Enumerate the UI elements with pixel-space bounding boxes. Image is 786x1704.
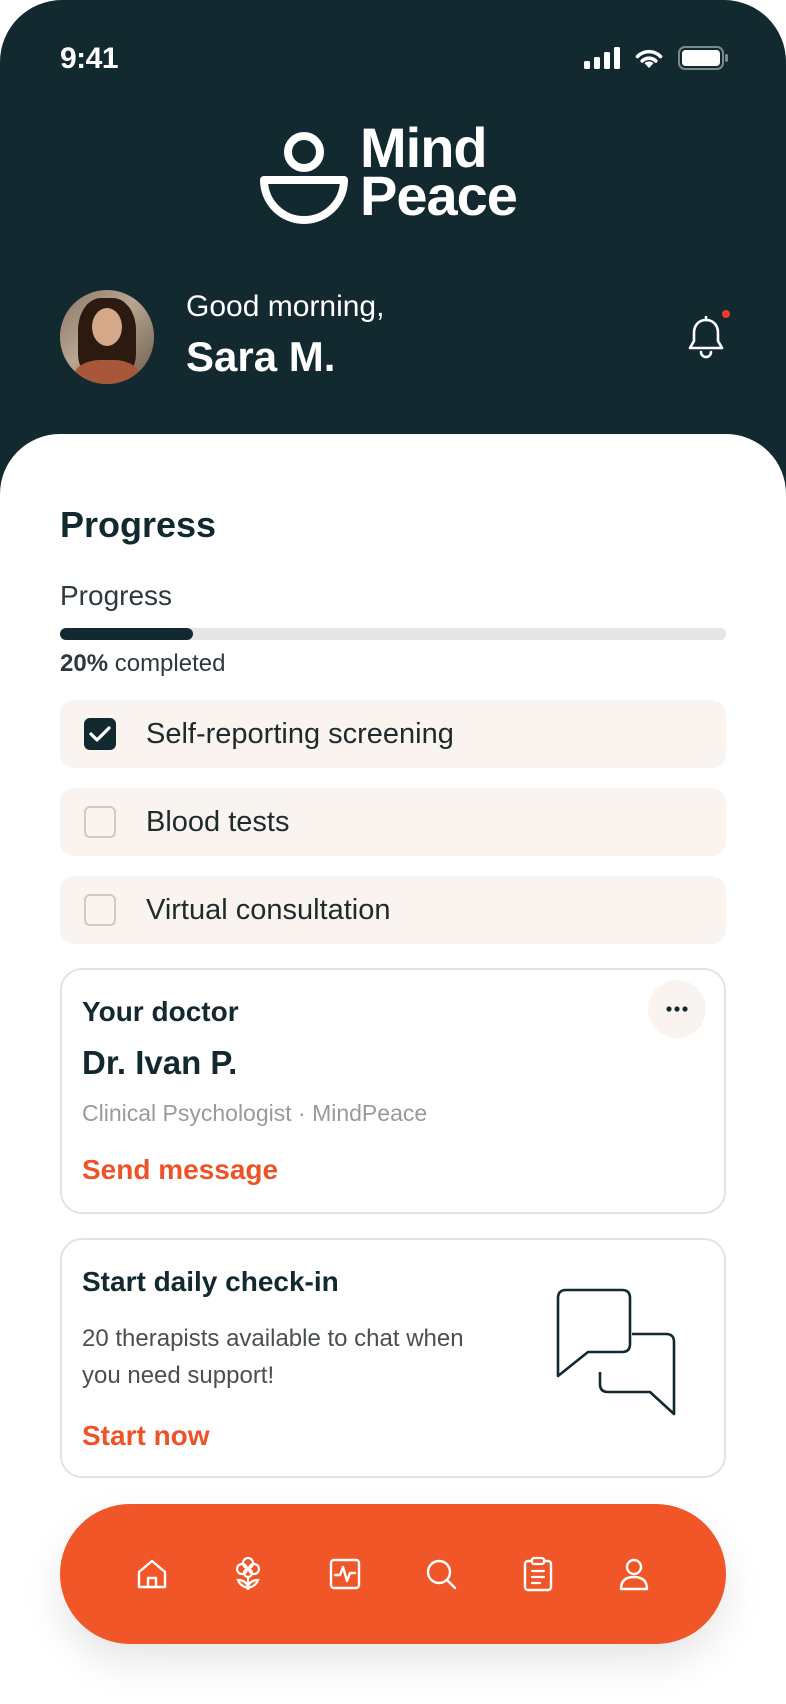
doctor-card-title: Your doctor [82, 996, 239, 1027]
send-message-link[interactable]: Send message [82, 1154, 278, 1186]
greeting-row: Good morning, Sara M. [60, 290, 730, 386]
nav-home[interactable] [134, 1556, 170, 1592]
user-name: Sara M. [186, 333, 336, 380]
checkin-card: Start daily check-in 20 therapists avail… [60, 1238, 726, 1478]
chat-bubbles-icon [556, 1288, 676, 1416]
ellipsis-icon [666, 1006, 688, 1012]
progress-bar-fill [60, 628, 194, 640]
progress-bar [60, 628, 726, 640]
more-options-button[interactable] [648, 980, 706, 1038]
profile-icon [619, 1558, 649, 1591]
health-activity-icon [329, 1558, 360, 1590]
battery-icon [678, 46, 728, 70]
checkbox-unchecked[interactable] [84, 894, 116, 926]
section-title: Progress [60, 504, 217, 545]
progress-label: Progress [60, 580, 173, 611]
nav-search[interactable] [423, 1556, 459, 1592]
task-label: Virtual consultation [146, 893, 391, 926]
check-icon [89, 726, 111, 742]
checkbox-unchecked[interactable] [84, 806, 116, 838]
checkin-card-title: Start daily check-in [82, 1266, 339, 1297]
search-icon [426, 1559, 457, 1590]
task-label: Self-reporting screening [146, 717, 454, 750]
task-item[interactable]: Self-reporting screening [60, 700, 726, 768]
cellular-signal-icon [584, 47, 620, 69]
notification-dot [722, 310, 730, 318]
brand-wordmark: Mind Peace [360, 120, 518, 227]
doctor-card: Your doctor Dr. Ivan P. Clinical Psychol… [60, 968, 726, 1214]
progress-percent: 20% [60, 650, 109, 677]
clipboard-icon [523, 1556, 552, 1592]
nav-profile[interactable] [616, 1556, 652, 1592]
brand-line-2: Peace [360, 164, 518, 227]
task-label: Blood tests [146, 805, 290, 838]
greeting-hello: Good morning, [186, 290, 385, 323]
nav-tasks[interactable] [520, 1556, 556, 1592]
notifications-button[interactable] [686, 310, 730, 360]
doctor-role: Clinical Psychologist · MindPeace [82, 1100, 428, 1126]
home-icon [137, 1559, 167, 1589]
app-screen: 9:41 Mind Peace Good morning, Sara M. Pr… [0, 0, 786, 1704]
progress-caption: 20% completed [60, 650, 225, 678]
start-now-link[interactable]: Start now [82, 1420, 210, 1452]
greeting: Good morning, Sara M. [186, 290, 384, 382]
nav-wellbeing[interactable] [230, 1556, 266, 1592]
progress-completed-text: completed [114, 650, 226, 677]
status-bar: 9:41 [0, 0, 786, 120]
task-item[interactable]: Virtual consultation [60, 876, 726, 944]
flower-icon [236, 1556, 261, 1590]
task-item[interactable]: Blood tests [60, 788, 726, 856]
header: 9:41 Mind Peace Good morning, Sara M. [0, 0, 786, 500]
doctor-name: Dr. Ivan P. [82, 1044, 238, 1081]
status-icons [584, 46, 728, 70]
avatar[interactable] [60, 290, 154, 384]
status-time: 9:41 [60, 42, 119, 75]
brand-logo: Mind Peace [260, 120, 530, 227]
checkbox-checked[interactable] [84, 718, 116, 750]
wifi-icon [635, 49, 663, 68]
checkin-description: 20 therapists available to chat when you… [82, 1325, 464, 1389]
bell-icon [688, 315, 724, 359]
nav-health[interactable] [327, 1556, 363, 1592]
bottom-nav [60, 1504, 726, 1644]
person-bowl-logo-icon [260, 132, 348, 224]
